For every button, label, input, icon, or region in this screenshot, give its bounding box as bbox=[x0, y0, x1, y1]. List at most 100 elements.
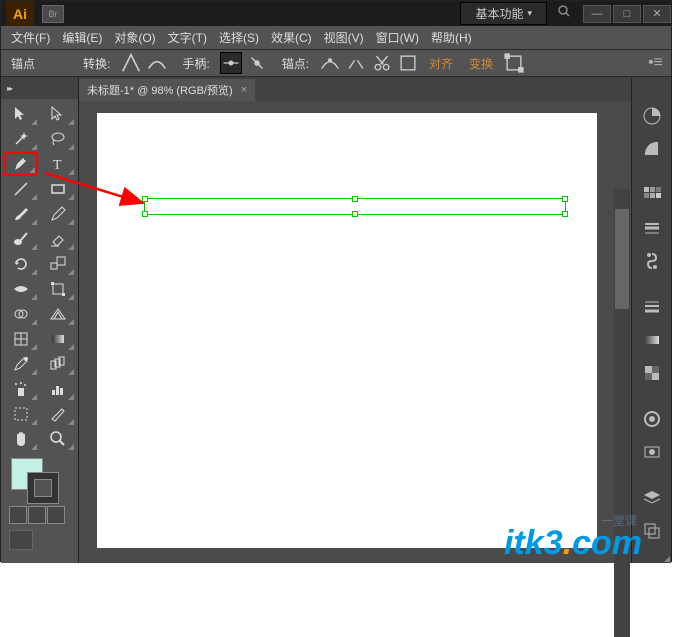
blob-brush-tool[interactable] bbox=[4, 227, 38, 251]
paintbrush-tool[interactable] bbox=[4, 202, 38, 226]
draw-inside-icon[interactable] bbox=[47, 506, 65, 524]
menu-object[interactable]: 对象(O) bbox=[114, 29, 155, 46]
align-link[interactable]: 对齐 bbox=[429, 55, 453, 72]
right-panel-rail bbox=[631, 77, 671, 563]
gradient-tool[interactable] bbox=[41, 327, 75, 351]
artboards-panel-icon[interactable] bbox=[634, 515, 670, 547]
column-graph-tool[interactable] bbox=[41, 377, 75, 401]
shape-builder-tool[interactable] bbox=[4, 302, 38, 326]
color-panel-icon[interactable] bbox=[634, 100, 670, 132]
maximize-button[interactable]: □ bbox=[613, 5, 641, 23]
magic-wand-tool[interactable] bbox=[4, 127, 38, 151]
screen-mode-button[interactable] bbox=[9, 530, 33, 550]
color-swatches[interactable] bbox=[1, 454, 78, 506]
close-tab-icon[interactable]: × bbox=[241, 84, 247, 96]
resize-handle[interactable] bbox=[562, 196, 568, 202]
resize-handle[interactable] bbox=[142, 196, 148, 202]
zoom-tool[interactable] bbox=[41, 427, 75, 451]
bridge-button[interactable]: Br bbox=[42, 5, 64, 23]
resize-handle[interactable] bbox=[352, 196, 358, 202]
menu-window[interactable]: 窗口(W) bbox=[376, 29, 419, 46]
cut-path-icon[interactable] bbox=[371, 52, 393, 74]
eraser-tool[interactable] bbox=[41, 227, 75, 251]
control-bar: 锚点 转换: 手柄: 锚点: 对齐 变换 •≡ bbox=[1, 49, 671, 77]
transform-link[interactable]: 变换 bbox=[469, 55, 493, 72]
artboard-tool[interactable] bbox=[4, 402, 38, 426]
show-handles-icon[interactable] bbox=[220, 52, 242, 74]
symbol-sprayer-tool[interactable] bbox=[4, 377, 38, 401]
document-area: 未标题-1* @ 98% (RGB/预览) × bbox=[79, 77, 631, 563]
convert-smooth-icon[interactable] bbox=[146, 52, 168, 74]
type-tool[interactable]: T bbox=[41, 152, 75, 176]
expand-control-icon[interactable]: •≡ bbox=[648, 54, 663, 72]
blend-tool[interactable] bbox=[41, 352, 75, 376]
rectangle-tool[interactable] bbox=[41, 177, 75, 201]
menu-type[interactable]: 文字(T) bbox=[168, 29, 207, 46]
resize-handle[interactable] bbox=[352, 211, 358, 217]
mesh-tool[interactable] bbox=[4, 327, 38, 351]
selection-tool[interactable] bbox=[4, 102, 38, 126]
swatches-panel-icon[interactable] bbox=[634, 179, 670, 211]
vertical-scrollbar[interactable] bbox=[614, 189, 630, 637]
isolate-icon[interactable] bbox=[397, 52, 419, 74]
draw-behind-icon[interactable] bbox=[28, 506, 46, 524]
layers-panel-icon[interactable] bbox=[634, 482, 670, 514]
direct-selection-tool[interactable] bbox=[41, 102, 75, 126]
anchor-point-label: 锚点 bbox=[11, 55, 35, 72]
gradient-panel-icon[interactable] bbox=[634, 324, 670, 356]
width-tool[interactable] bbox=[4, 277, 38, 301]
color-guide-panel-icon[interactable] bbox=[634, 133, 670, 165]
menu-effect[interactable]: 效果(C) bbox=[271, 29, 312, 46]
line-segment-tool[interactable] bbox=[4, 177, 38, 201]
hide-handles-icon[interactable] bbox=[246, 52, 268, 74]
connect-anchor-icon[interactable] bbox=[345, 52, 367, 74]
transparency-panel-icon[interactable] bbox=[634, 357, 670, 389]
watermark-subtitle: 一堂课 bbox=[601, 512, 637, 529]
slice-tool[interactable] bbox=[41, 402, 75, 426]
app-window: Ai Br 基本功能 — □ ✕ 文件(F) 编辑(E) 对象(O) 文字(T)… bbox=[0, 0, 672, 562]
selected-shape[interactable] bbox=[144, 198, 566, 215]
convert-corner-icon[interactable] bbox=[120, 52, 142, 74]
eyedropper-tool[interactable] bbox=[4, 352, 38, 376]
svg-text:T: T bbox=[53, 158, 62, 173]
menu-view[interactable]: 视图(V) bbox=[324, 29, 364, 46]
stroke-swatch[interactable] bbox=[27, 472, 59, 504]
brushes-panel-icon[interactable] bbox=[634, 212, 670, 244]
appearance-panel-icon[interactable] bbox=[634, 403, 670, 435]
transform-icon[interactable] bbox=[503, 52, 525, 74]
close-button[interactable]: ✕ bbox=[643, 5, 671, 23]
document-tab[interactable]: 未标题-1* @ 98% (RGB/预览) × bbox=[79, 79, 255, 101]
resize-handle[interactable] bbox=[562, 211, 568, 217]
menu-help[interactable]: 帮助(H) bbox=[431, 29, 472, 46]
menu-select[interactable]: 选择(S) bbox=[219, 29, 259, 46]
workspace: T bbox=[1, 77, 671, 563]
search-help-button[interactable] bbox=[557, 4, 571, 23]
document-tab-label: 未标题-1* @ 98% (RGB/预览) bbox=[87, 82, 233, 98]
scale-tool[interactable] bbox=[41, 252, 75, 276]
stroke-panel-icon[interactable] bbox=[634, 291, 670, 323]
perspective-grid-tool[interactable] bbox=[41, 302, 75, 326]
lasso-tool[interactable] bbox=[41, 127, 75, 151]
tools-panel: T bbox=[1, 77, 79, 563]
menu-file[interactable]: 文件(F) bbox=[11, 29, 50, 46]
scroll-thumb[interactable] bbox=[615, 209, 629, 309]
pen-tool[interactable] bbox=[4, 152, 38, 176]
handles-label: 手柄: bbox=[182, 55, 209, 72]
symbols-panel-icon[interactable] bbox=[634, 245, 670, 277]
free-transform-tool[interactable] bbox=[41, 277, 75, 301]
canvas[interactable] bbox=[79, 101, 631, 563]
menu-edit[interactable]: 编辑(E) bbox=[62, 29, 102, 46]
pencil-tool[interactable] bbox=[41, 202, 75, 226]
minimize-button[interactable]: — bbox=[583, 5, 611, 23]
resize-handle[interactable] bbox=[142, 211, 148, 217]
anchors-label: 锚点: bbox=[282, 55, 309, 72]
remove-anchor-icon[interactable] bbox=[319, 52, 341, 74]
draw-normal-icon[interactable] bbox=[9, 506, 27, 524]
tools-collapse-toggle[interactable] bbox=[1, 77, 78, 99]
graphic-styles-panel-icon[interactable] bbox=[634, 436, 670, 468]
app-logo: Ai bbox=[6, 1, 34, 26]
workspace-switcher[interactable]: 基本功能 bbox=[460, 2, 547, 25]
titlebar: Ai Br 基本功能 — □ ✕ bbox=[1, 1, 671, 26]
hand-tool[interactable] bbox=[4, 427, 38, 451]
rotate-tool[interactable] bbox=[4, 252, 38, 276]
